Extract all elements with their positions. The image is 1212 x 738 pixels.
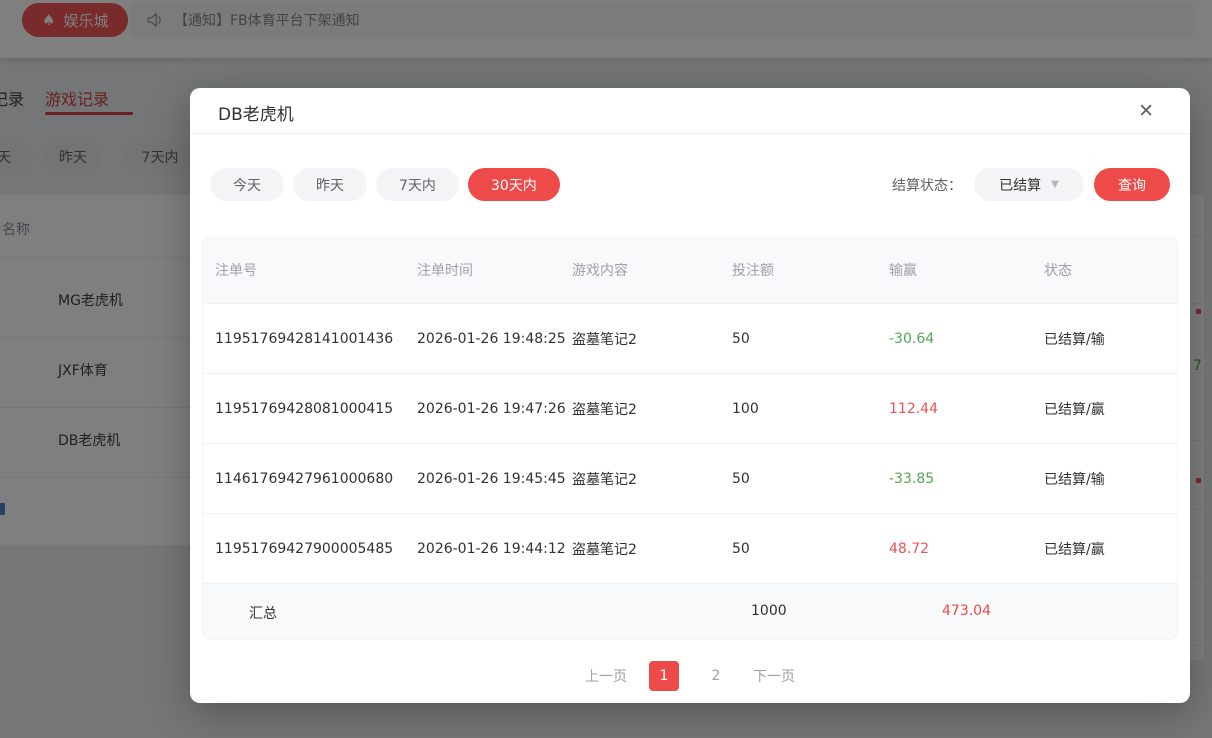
cell-bet-time: 2026-01-26 19:48:25: [417, 331, 572, 347]
cell-win-lose: 48.72: [889, 541, 1044, 557]
cell-game: 盗墓笔记2: [572, 399, 732, 419]
cell-status: 已结算/赢: [1044, 539, 1177, 559]
settle-status-label: 结算状态：: [892, 175, 962, 195]
prev-page-button[interactable]: 上一页: [585, 666, 627, 686]
query-button[interactable]: 查询: [1094, 168, 1170, 201]
filter-30days[interactable]: 30天内: [468, 168, 560, 201]
filter-yesterday[interactable]: 昨天: [293, 168, 367, 201]
modal-header: DB老虎机 ✕: [190, 88, 1190, 134]
game-records-modal: DB老虎机 ✕ 今天 昨天 7天内 30天内 结算状态： 已结算 ▼ 查询 注单…: [190, 88, 1190, 703]
cell-game: 盗墓笔记2: [572, 469, 732, 489]
col-bet-no: 注单号: [215, 260, 417, 280]
summary-label: 汇总: [249, 603, 277, 623]
cell-amount: 100: [732, 401, 889, 417]
table-row: 11951769428081000415 2026-01-26 19:47:26…: [203, 373, 1177, 443]
app-window: ♠ 娱乐城 【通知】FB体育平台下架通知 记录 游戏记录 天 昨天 7天内 名称…: [0, 0, 1212, 738]
col-status: 状态: [1044, 260, 1177, 280]
filter-row: 今天 昨天 7天内 30天内 结算状态： 已结算 ▼ 查询: [210, 168, 1170, 201]
settle-status-select[interactable]: 已结算 ▼: [974, 168, 1084, 201]
cell-bet-time: 2026-01-26 19:45:45: [417, 471, 572, 487]
cell-status: 已结算/赢: [1044, 399, 1177, 419]
cell-win-lose: -30.64: [889, 331, 1044, 347]
chevron-down-icon: ▼: [1051, 179, 1059, 190]
summary-win-lose: 473.04: [942, 603, 991, 619]
page-button-2[interactable]: 2: [701, 661, 731, 691]
summary-amount: 1000: [751, 603, 787, 619]
cell-bet-no: 11951769428081000415: [215, 401, 417, 417]
table-row: 11951769427900005485 2026-01-26 19:44:12…: [203, 513, 1177, 583]
cell-game: 盗墓笔记2: [572, 539, 732, 559]
cell-amount: 50: [732, 471, 889, 487]
filter-today[interactable]: 今天: [210, 168, 284, 201]
page-button-1[interactable]: 1: [649, 661, 679, 691]
table-header-row: 注单号 注单时间 游戏内容 投注额 输赢 状态: [203, 237, 1177, 303]
cell-status: 已结算/输: [1044, 469, 1177, 489]
cell-status: 已结算/输: [1044, 329, 1177, 349]
col-bet-time: 注单时间: [417, 260, 572, 280]
cell-amount: 50: [732, 331, 889, 347]
cell-bet-time: 2026-01-26 19:44:12: [417, 541, 572, 557]
col-game: 游戏内容: [572, 260, 732, 280]
close-icon[interactable]: ✕: [1138, 98, 1154, 125]
cell-bet-no: 11461769427961000680: [215, 471, 417, 487]
table-row: 11951769428141001436 2026-01-26 19:48:25…: [203, 303, 1177, 373]
table-row: 11461769427961000680 2026-01-26 19:45:45…: [203, 443, 1177, 513]
cell-bet-no: 11951769427900005485: [215, 541, 417, 557]
modal-title: DB老虎机: [218, 100, 294, 125]
filter-7days[interactable]: 7天内: [376, 168, 459, 201]
pagination: 上一页 1 2 下一页: [190, 661, 1190, 691]
cell-amount: 50: [732, 541, 889, 557]
cell-game: 盗墓笔记2: [572, 329, 732, 349]
cell-bet-time: 2026-01-26 19:47:26: [417, 401, 572, 417]
cell-win-lose: 112.44: [889, 401, 1044, 417]
col-amount: 投注额: [732, 260, 889, 280]
next-page-button[interactable]: 下一页: [753, 666, 795, 686]
cell-bet-no: 11951769428141001436: [215, 331, 417, 347]
summary-row: 汇总 1000 473.04: [203, 583, 1177, 639]
cell-win-lose: -33.85: [889, 471, 1044, 487]
settle-status-value: 已结算: [999, 175, 1041, 195]
records-table: 注单号 注单时间 游戏内容 投注额 输赢 状态 1195176942814100…: [202, 236, 1178, 640]
col-win-lose: 输赢: [889, 260, 1044, 280]
